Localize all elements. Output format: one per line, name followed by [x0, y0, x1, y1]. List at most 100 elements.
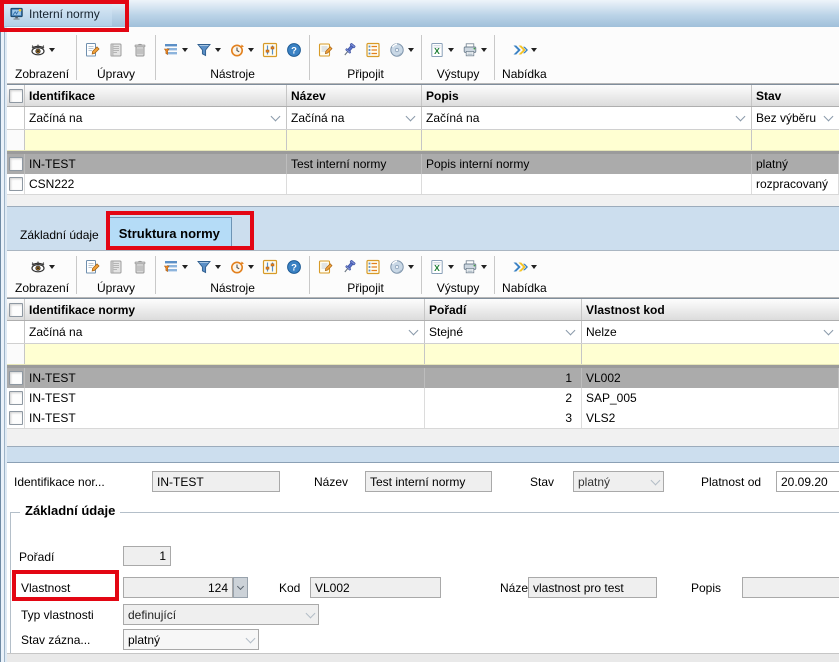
chevron-down-icon — [215, 48, 221, 52]
excel-export-button[interactable] — [429, 42, 454, 58]
filter-select-value: Začíná na — [29, 111, 82, 125]
row-checkbox[interactable] — [9, 177, 23, 191]
edit-record-button[interactable] — [108, 259, 124, 275]
filter-select-vlastnost-kod[interactable]: Nelze — [582, 321, 839, 343]
disc-icon — [389, 42, 405, 58]
toolbar-group-label: Připojit — [347, 67, 384, 83]
toolbar-group-label: Výstupy — [437, 281, 480, 297]
filter-stub-cell — [7, 107, 25, 129]
filter-select-value: Stejné — [429, 325, 463, 339]
select-all-checkbox[interactable] — [9, 303, 23, 317]
cell-identifikace-normy: IN-TEST — [25, 368, 425, 388]
tab-struktura-normy[interactable]: Struktura normy — [107, 217, 232, 250]
stav-zaznamu-select[interactable]: platný — [123, 629, 259, 650]
structure-grid-filter-row: Začíná na Stejné Nelze — [7, 321, 839, 344]
column-header-identifikace[interactable]: Identifikace — [25, 85, 287, 106]
filter-input-stav[interactable] — [752, 130, 839, 150]
task-list-button[interactable] — [365, 42, 381, 58]
pin-button[interactable] — [341, 42, 357, 58]
history-button[interactable] — [229, 259, 254, 275]
vlastnost-lookup-button[interactable] — [233, 577, 248, 598]
kod-field[interactable]: VL002 — [310, 577, 441, 598]
filter-settings-button[interactable] — [262, 259, 278, 275]
toolbar-group-upravy: Úpravy — [78, 32, 154, 83]
print-button[interactable] — [462, 42, 487, 58]
filter-select-stav[interactable]: Bez výběru — [752, 107, 839, 129]
row-checkbox-cell — [7, 388, 25, 408]
toolbar-group-label: Připojit — [347, 281, 384, 297]
filter-select-nazev[interactable]: Začíná na — [287, 107, 422, 129]
toolbar-group-label: Zobrazení — [15, 281, 69, 297]
filter-input-poradi[interactable] — [425, 344, 582, 364]
attach-note-button[interactable] — [317, 259, 333, 275]
filter-settings-button[interactable] — [262, 42, 278, 58]
toolbar-group-pripojit: Připojit — [311, 253, 420, 297]
table-row[interactable]: CSN222 rozpracovaný — [7, 174, 839, 194]
cell-vlastnost-kod: SAP_005 — [582, 388, 839, 408]
platnost-od-field[interactable]: 20.09.20 — [776, 471, 839, 492]
row-checkbox[interactable] — [9, 157, 23, 171]
filter-select-identifikace-normy[interactable]: Začíná na — [25, 321, 425, 343]
stav-select[interactable]: platný — [573, 471, 664, 492]
attach-note-button[interactable] — [317, 42, 333, 58]
history-button[interactable] — [229, 42, 254, 58]
filter-input-vlastnost-kod[interactable] — [582, 344, 839, 364]
view-button[interactable] — [30, 259, 55, 275]
vlastnost-field[interactable]: 124 — [123, 577, 233, 598]
menu-button[interactable] — [512, 42, 537, 58]
new-record-button[interactable] — [84, 42, 100, 58]
select-all-checkbox[interactable] — [9, 89, 23, 103]
task-list-button[interactable] — [365, 259, 381, 275]
filter-select-poradi[interactable]: Stejné — [425, 321, 582, 343]
column-header-vlastnost-kod[interactable]: Vlastnost kod — [582, 299, 839, 320]
column-header-poradi[interactable]: Pořadí — [425, 299, 582, 320]
column-header-popis[interactable]: Popis — [422, 85, 752, 106]
vlastnost-nazev-field[interactable]: vlastnost pro test — [528, 577, 657, 598]
menu-button[interactable] — [512, 259, 537, 275]
nazev-field[interactable]: Test interní normy — [365, 471, 492, 492]
row-checkbox[interactable] — [9, 411, 23, 425]
stav-zaznamu-label: Stav zázna... — [21, 633, 90, 647]
table-row[interactable]: IN-TEST 2 SAP_005 — [7, 388, 839, 408]
table-row[interactable]: IN-TEST Test interní normy Popis interní… — [7, 154, 839, 174]
window-tab-interni-normy[interactable]: Interní normy — [4, 2, 112, 26]
table-row[interactable]: IN-TEST 3 VLS2 — [7, 408, 839, 428]
media-button[interactable] — [389, 259, 414, 275]
column-header-nazev[interactable]: Název — [287, 85, 422, 106]
delete-record-button[interactable] — [132, 259, 148, 275]
help-button[interactable] — [286, 259, 302, 275]
new-record-button[interactable] — [84, 259, 100, 275]
help-button[interactable] — [286, 42, 302, 58]
grouping-button[interactable] — [163, 42, 188, 58]
column-header-stav[interactable]: Stav — [752, 85, 839, 106]
popis-field[interactable] — [742, 577, 839, 598]
new-document-icon — [84, 42, 100, 58]
filter-select-popis[interactable]: Začíná na — [422, 107, 752, 129]
toolbar-group-label: Úpravy — [97, 67, 135, 83]
filter-select-value: Nelze — [586, 325, 617, 339]
row-checkbox[interactable] — [9, 371, 23, 385]
filter-button[interactable] — [196, 42, 221, 58]
filter-input-popis[interactable] — [422, 130, 752, 150]
filter-input-nazev[interactable] — [287, 130, 422, 150]
filter-button[interactable] — [196, 259, 221, 275]
edit-record-button[interactable] — [108, 42, 124, 58]
row-checkbox[interactable] — [9, 391, 23, 405]
view-button[interactable] — [30, 42, 55, 58]
media-button[interactable] — [389, 42, 414, 58]
excel-export-button[interactable] — [429, 259, 454, 275]
identifikace-normy-field[interactable]: IN-TEST — [152, 471, 280, 492]
column-header-identifikace-normy[interactable]: Identifikace normy — [25, 299, 425, 320]
filter-select-identifikace[interactable]: Začíná na — [25, 107, 287, 129]
tab-zakladni-udaje[interactable]: Základní údaje — [12, 219, 107, 250]
filter-input-identifikace-normy[interactable] — [25, 344, 425, 364]
filter-input-identifikace[interactable] — [25, 130, 287, 150]
poradi-field[interactable]: 1 — [123, 546, 171, 566]
grouping-button[interactable] — [163, 259, 188, 275]
table-row[interactable]: IN-TEST 1 VL002 — [7, 368, 839, 388]
pin-button[interactable] — [341, 259, 357, 275]
delete-record-button[interactable] — [132, 42, 148, 58]
typ-vlastnosti-select[interactable]: definující — [123, 604, 319, 625]
row-checkbox-cell — [7, 408, 25, 428]
print-button[interactable] — [462, 259, 487, 275]
